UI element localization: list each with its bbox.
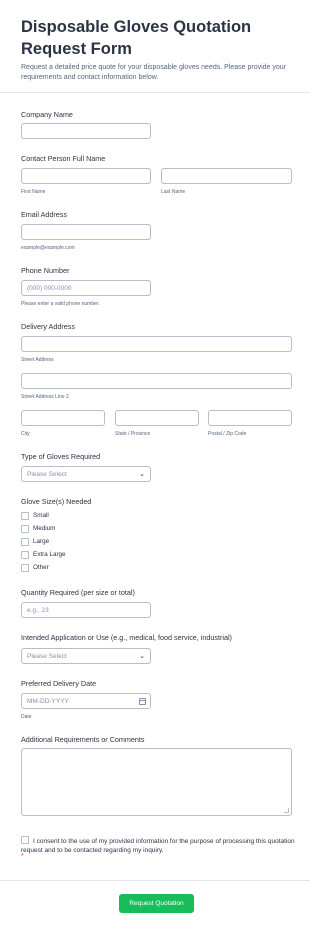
size-option-label: Other (33, 564, 49, 571)
checkbox[interactable] (21, 538, 29, 546)
glove-type-selected: Please Select (27, 471, 67, 478)
contact-name-label: Contact Person Full Name (21, 154, 106, 163)
consent-field[interactable]: I consent to the use of my provided info… (21, 836, 296, 855)
form-description: Request a detailed price quote for your … (21, 64, 286, 81)
size-option-label: Large (33, 538, 50, 545)
comments-label: Additional Requirements or Comments (21, 735, 145, 744)
checkbox[interactable] (21, 564, 29, 572)
email-label: Email Address (21, 210, 67, 219)
chevron-down-icon: ⌄ (139, 653, 145, 660)
first-name-sublabel: First Name (21, 189, 46, 195)
state-sublabel: State / Province (115, 431, 151, 437)
last-name-sublabel: Last Name (161, 189, 186, 195)
zip-sublabel: Postal / Zip Code (208, 431, 247, 437)
checkbox[interactable] (21, 525, 29, 533)
calendar-icon[interactable] (139, 698, 146, 705)
consent-checkbox[interactable] (21, 836, 29, 844)
city-input[interactable] (21, 410, 105, 426)
phone-label: Phone Number (21, 266, 70, 275)
delivery-date-label: Preferred Delivery Date (21, 679, 97, 688)
footer-divider (0, 880, 310, 881)
glove-type-label: Type of Gloves Required (21, 452, 101, 461)
required-asterisk: * (21, 853, 24, 860)
city-sublabel: City (21, 431, 30, 437)
quantity-placeholder: e.g., 23 (27, 607, 49, 614)
street-address-sublabel: Street Address (21, 357, 54, 363)
size-option-label: Extra Large (33, 551, 66, 558)
size-option-label: Medium (33, 525, 56, 532)
application-label: Intended Application or Use (e.g., medic… (21, 633, 232, 642)
delivery-date-sublabel: Date (21, 714, 32, 720)
zip-input[interactable] (208, 410, 292, 426)
address-label: Delivery Address (21, 322, 75, 331)
quantity-input[interactable]: e.g., 23 (21, 602, 151, 618)
application-selected: Please Select (27, 653, 67, 660)
quantity-label: Quantity Required (per size or total) (21, 588, 135, 597)
first-name-input[interactable] (21, 168, 151, 184)
state-input[interactable] (115, 410, 199, 426)
company-name-label: Company Name (21, 110, 73, 119)
phone-sublabel: Please enter a valid phone number. (21, 301, 100, 307)
glove-type-select[interactable]: Please Select ⌄ (21, 466, 151, 482)
comments-textarea[interactable] (21, 748, 292, 816)
resize-handle-icon[interactable] (284, 808, 289, 813)
header-divider (0, 92, 310, 93)
checkbox[interactable] (21, 551, 29, 559)
form-title: Disposable Gloves Quotation Request Form (21, 18, 252, 58)
request-quotation-button[interactable]: Request Quotation (119, 894, 194, 913)
street-address-line2-sublabel: Street Address Line 2 (21, 394, 69, 400)
delivery-date-placeholder: MM-DD-YYYY (27, 698, 69, 705)
delivery-date-input[interactable]: MM-DD-YYYY (21, 693, 151, 709)
street-address-line2-input[interactable] (21, 373, 292, 389)
phone-input[interactable]: (000) 000-0000 (21, 280, 151, 296)
application-select[interactable]: Please Select ⌄ (21, 648, 151, 664)
phone-placeholder: (000) 000-0000 (27, 285, 72, 292)
checkbox[interactable] (21, 512, 29, 520)
form-header: Disposable Gloves Quotation Request Form… (21, 16, 301, 83)
chevron-down-icon: ⌄ (139, 471, 145, 478)
street-address-input[interactable] (21, 336, 292, 352)
email-sublabel: example@example.com (21, 245, 75, 251)
consent-text: I consent to the use of my provided info… (21, 838, 295, 854)
size-option-label: Small (33, 512, 49, 519)
glove-size-label: Glove Size(s) Needed (21, 497, 92, 506)
email-input[interactable] (21, 224, 151, 240)
company-name-input[interactable] (21, 123, 151, 139)
last-name-input[interactable] (161, 168, 292, 184)
